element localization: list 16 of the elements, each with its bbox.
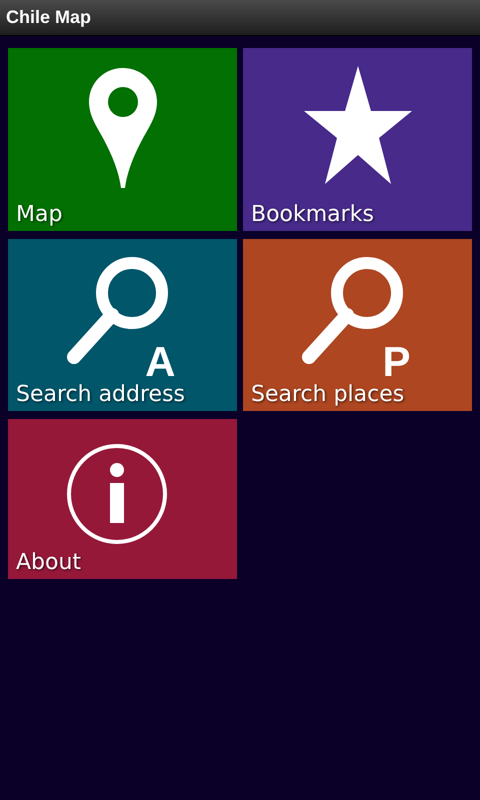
menu-tile[interactable]: Map [8,48,237,231]
menu-tile[interactable]: About [8,419,237,579]
menu-tile[interactable]: A Search address [8,239,237,411]
menu-tile[interactable]: P Search places [243,239,472,411]
info-icon [66,442,168,544]
tile-label: Bookmarks [251,202,375,227]
star-icon [304,66,412,184]
icon-letter: A [145,340,176,382]
tile-label: Map [16,202,64,227]
menu-tile[interactable]: Bookmarks [243,48,472,231]
window-title: Chile Map [6,7,92,28]
map-pin-icon [88,68,156,188]
tile-label: Search places [251,382,406,407]
tile-label: About [16,550,82,575]
tile-label: Search address [16,382,186,407]
icon-letter: P [382,340,410,382]
